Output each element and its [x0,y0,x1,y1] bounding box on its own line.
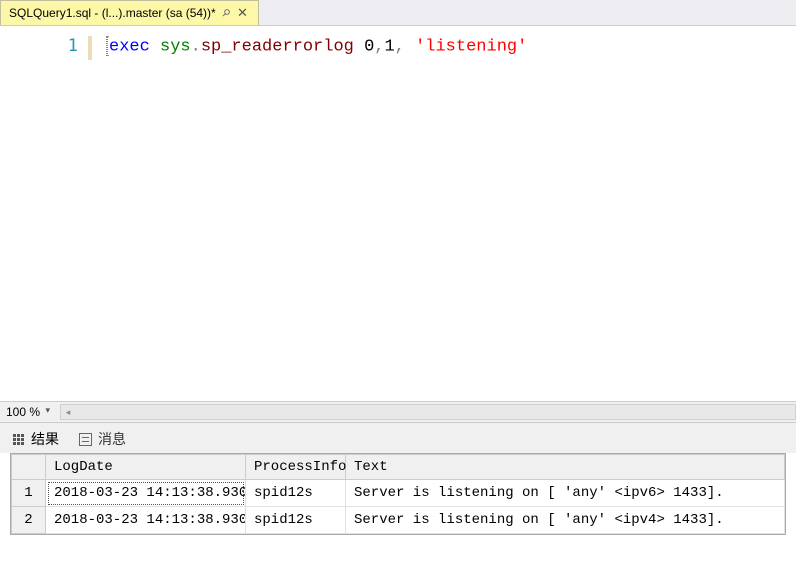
document-tab-title: SQLQuery1.sql - (l...).master (sa (54))* [9,6,216,20]
table-row[interactable]: 1 2018-03-23 14:13:38.930 spid12s Server… [12,480,785,507]
results-grid[interactable]: LogDate ProcessInfo Text 1 2018-03-23 14… [11,454,785,534]
comma: , [374,37,384,56]
row-number[interactable]: 2 [12,507,46,534]
tab-messages[interactable]: 消息 [77,429,126,449]
column-header-processinfo[interactable]: ProcessInfo [246,455,346,480]
line-number-gutter: 1 [0,26,88,401]
keyword-exec: exec [109,37,150,56]
cell-text[interactable]: Server is listening on [ 'any' <ipv4> 14… [346,507,785,534]
column-header-text[interactable]: Text [346,455,785,480]
document-tab-bar: SQLQuery1.sql - (l...).master (sa (54))*… [0,0,796,26]
bottom-padding [0,545,796,565]
comma: , [395,37,405,56]
header-row: LogDate ProcessInfo Text [12,455,785,480]
change-marker [88,36,92,60]
editor-splitter[interactable]: 100 % ◂ [0,401,796,423]
string-literal: 'listening' [415,37,527,56]
proc-name: sp_readerrorlog [201,37,354,56]
results-grid-container: LogDate ProcessInfo Text 1 2018-03-23 14… [10,453,786,535]
arg-0: 0 [364,37,374,56]
zoom-control[interactable]: 100 % [4,405,50,419]
arg-1: 1 [384,37,394,56]
cell-logdate[interactable]: 2018-03-23 14:13:38.930 [46,507,246,534]
dot: . [191,37,201,56]
code-line[interactable]: exec sys.sp_readerrorlog 0,1, 'listening… [88,26,535,401]
messages-icon [77,432,93,446]
results-tab-bar: 结果 消息 [0,423,796,453]
tab-results-label: 结果 [31,429,59,449]
cell-processinfo[interactable]: spid12s [246,480,346,507]
tab-messages-label: 消息 [98,429,126,449]
row-number[interactable]: 1 [12,480,46,507]
table-row[interactable]: 2 2018-03-23 14:13:38.930 spid12s Server… [12,507,785,534]
scroll-left-icon[interactable]: ◂ [61,405,75,419]
horizontal-scrollbar[interactable]: ◂ [60,404,796,420]
close-icon[interactable]: ✕ [235,5,250,21]
text-cursor [106,36,108,56]
cell-processinfo[interactable]: spid12s [246,507,346,534]
tab-results[interactable]: 结果 [10,429,59,449]
cell-text[interactable]: Server is listening on [ 'any' <ipv6> 14… [346,480,785,507]
line-number: 1 [68,36,78,56]
grid-icon [10,432,26,446]
sql-editor[interactable]: 1 exec sys.sp_readerrorlog 0,1, 'listeni… [0,26,796,401]
column-header-logdate[interactable]: LogDate [46,455,246,480]
cell-logdate[interactable]: 2018-03-23 14:13:38.930 [46,480,246,507]
zoom-dropdown[interactable]: 100 % [4,405,50,419]
schema-sys: sys [160,37,191,56]
pin-icon[interactable]: ⚲ [219,7,232,20]
corner-cell[interactable] [12,455,46,480]
document-tab[interactable]: SQLQuery1.sql - (l...).master (sa (54))*… [0,0,259,25]
